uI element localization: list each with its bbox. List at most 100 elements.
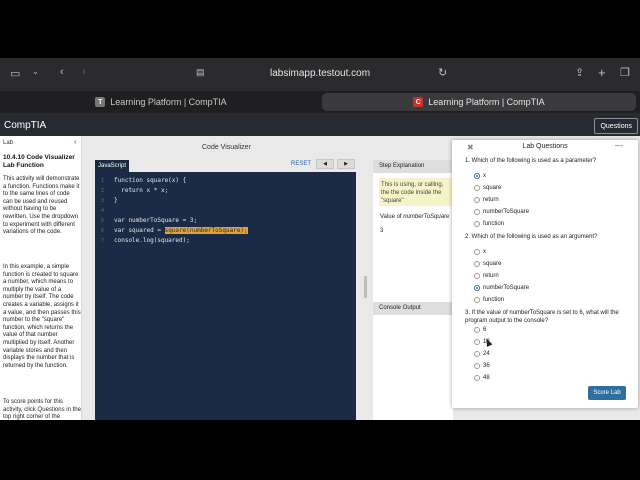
- share-icon[interactable]: ⇪: [575, 66, 584, 79]
- radio-selected[interactable]: [474, 285, 480, 291]
- line-number: 6: [101, 228, 105, 234]
- radio[interactable]: [474, 273, 480, 279]
- collapse-sidebar-icon[interactable]: ‹: [74, 139, 76, 146]
- radio[interactable]: [474, 197, 480, 203]
- new-tab-icon[interactable]: +: [598, 65, 606, 80]
- back-icon[interactable]: ‹: [60, 66, 64, 78]
- tab-1[interactable]: T Learning Platform | CompTIA: [4, 93, 318, 111]
- option-label: 48: [483, 375, 490, 381]
- option-label: x: [483, 173, 486, 179]
- q2-option-return[interactable]: return: [474, 273, 499, 279]
- code-line: console.log(squared);: [114, 237, 190, 244]
- chevron-down-icon[interactable]: ⌄: [32, 67, 39, 76]
- highlighted-call: square(numberToSquare);: [164, 227, 248, 234]
- panel-resize-handle[interactable]: [364, 276, 367, 298]
- tabs-overview-icon[interactable]: ❐: [620, 66, 630, 79]
- line-number: 5: [101, 218, 105, 224]
- radio[interactable]: [474, 327, 480, 333]
- language-tab-javascript[interactable]: JavaScript: [95, 160, 129, 172]
- q2-option-square[interactable]: square: [474, 261, 501, 267]
- reload-icon[interactable]: ↻: [438, 66, 447, 79]
- q2-option-function[interactable]: function: [474, 297, 504, 303]
- sidebar-toggle-icon[interactable]: ▭: [10, 67, 20, 80]
- option-label: numberToSquare: [483, 285, 530, 291]
- option-label: square: [483, 261, 502, 267]
- option-label: x: [483, 249, 486, 255]
- radio[interactable]: [474, 221, 480, 227]
- variable-name: numberToSquare: [403, 214, 450, 220]
- radio[interactable]: [474, 351, 480, 357]
- visualizer-title: Code Visualizer: [202, 144, 251, 151]
- option-label: numberToSquare: [483, 209, 530, 215]
- option-label: function: [483, 297, 505, 303]
- option-label: 36: [483, 363, 490, 369]
- q3-option-36[interactable]: 36: [474, 363, 490, 369]
- step-explanation-header: Step Explanation: [373, 160, 453, 173]
- option-label: return: [483, 197, 499, 203]
- radio[interactable]: [474, 339, 480, 345]
- q1-option-function[interactable]: function: [474, 221, 504, 227]
- q1-option-numbertosquare[interactable]: numberToSquare: [474, 209, 529, 215]
- option-label: 24: [483, 351, 490, 357]
- forward-icon[interactable]: ›: [82, 66, 86, 78]
- radio[interactable]: [474, 249, 480, 255]
- tab-label: Learning Platform | CompTIA: [428, 97, 545, 107]
- page-settings-icon[interactable]: ▤: [196, 67, 205, 78]
- option-label: 6: [483, 327, 487, 333]
- questions-button[interactable]: Questions: [594, 118, 638, 134]
- prev-step-button[interactable]: ◀: [316, 159, 334, 169]
- option-label: function: [483, 221, 505, 227]
- dialog-title: Lab Questions: [522, 143, 568, 150]
- app-header: CompTIA Questions: [0, 116, 640, 136]
- option-label: square: [483, 185, 502, 191]
- minimize-icon[interactable]: —: [615, 141, 623, 150]
- radio[interactable]: [474, 297, 480, 303]
- q2-option-numbertosquare[interactable]: numberToSquare: [474, 285, 529, 291]
- q3-option-24[interactable]: 24: [474, 351, 490, 357]
- browser-chrome: ▭ ⌄ ‹ › ▤ labsimapp.testout.com ↻ ⇪ + ❐ …: [0, 58, 640, 116]
- code-line: }: [114, 197, 118, 204]
- code-line: return x * x;: [114, 187, 169, 194]
- line-number: 4: [101, 208, 105, 214]
- score-lab-button[interactable]: Score Lab: [588, 386, 626, 400]
- q1-option-x[interactable]: x: [474, 173, 486, 179]
- lab-sidebar: Lab ‹ 10.4.10 Code Visualizer Lab Functi…: [0, 136, 82, 420]
- address-bar[interactable]: labsimapp.testout.com: [240, 68, 400, 79]
- scoring-paragraph: To score points for this activity, click…: [3, 399, 81, 420]
- radio[interactable]: [474, 261, 480, 267]
- reset-button[interactable]: RESET: [291, 161, 311, 167]
- line-number: 7: [101, 238, 105, 244]
- q3-option-6[interactable]: 6: [474, 327, 486, 333]
- comptia-favicon-icon: C: [413, 97, 424, 107]
- code-line-current: var squared = square(numberToSquare);: [114, 227, 248, 234]
- radio[interactable]: [474, 363, 480, 369]
- code-text: var squared =: [114, 227, 165, 234]
- line-number: 2: [101, 188, 105, 194]
- console-output-header: Console Output: [373, 302, 453, 315]
- radio-selected[interactable]: [474, 173, 480, 179]
- example-paragraph: In this example, a simple function is cr…: [3, 264, 81, 369]
- question-3: 3. If the value of numberToSquare is set…: [465, 310, 619, 324]
- q2-option-x[interactable]: x: [474, 249, 486, 255]
- testout-favicon-icon: T: [95, 97, 106, 107]
- brand-logo: CompTIA: [4, 120, 47, 131]
- lab-questions-dialog: ✖ Lab Questions — 1. Which of the follow…: [452, 140, 638, 408]
- question-1: 1. Which of the following is used as a p…: [465, 158, 597, 164]
- variable-value-label: Value of numberToSquare: [380, 214, 449, 220]
- radio[interactable]: [474, 209, 480, 215]
- radio[interactable]: [474, 375, 480, 381]
- question-2: 2. Which of the following is used as an …: [465, 234, 598, 240]
- step-explanation-text: This is using, or calling, the the code …: [379, 178, 453, 206]
- tab-2-active[interactable]: C Learning Platform | CompTIA: [322, 93, 636, 111]
- line-number: 3: [101, 198, 105, 204]
- tab-strip: T Learning Platform | CompTIA C Learning…: [0, 91, 640, 113]
- lab-label: Lab: [3, 140, 14, 146]
- code-line: var numberToSquare = 3;: [114, 217, 198, 224]
- code-editor[interactable]: 1 function square(x) { 2 return x * x; 3…: [95, 172, 356, 420]
- q1-option-square[interactable]: square: [474, 185, 501, 191]
- next-step-button[interactable]: ▶: [337, 159, 355, 169]
- radio[interactable]: [474, 185, 480, 191]
- q3-option-48[interactable]: 48: [474, 375, 490, 381]
- variable-value: 3: [380, 228, 384, 234]
- q1-option-return[interactable]: return: [474, 197, 499, 203]
